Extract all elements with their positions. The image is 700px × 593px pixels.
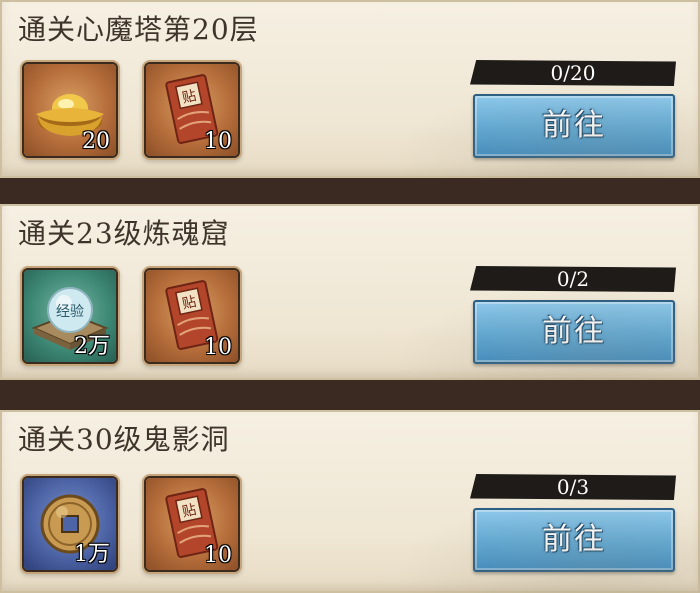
task-card: 通关心魔塔第20层 20 贴 10 0/20 前往 [0, 0, 700, 178]
task-list: 通关心魔塔第20层 20 贴 10 0/20 前往 通关23级炼魂窟 经验 2万… [0, 0, 700, 593]
orb-label: 经验 [56, 304, 84, 320]
reward-slot[interactable]: 贴 10 [146, 478, 238, 570]
reward-count: 10 [204, 129, 232, 154]
progress-bar: 0/2 [470, 266, 676, 292]
reward-slot[interactable]: 经验 2万 [24, 270, 116, 362]
task-card: 通关30级鬼影洞 1万 贴 10 0/3 前往 [0, 410, 700, 593]
progress-bar: 0/3 [470, 474, 676, 500]
reward-slot[interactable]: 1万 [24, 478, 116, 570]
reward-count: 2万 [74, 334, 110, 359]
reward-count: 1万 [74, 542, 110, 567]
task-title: 通关23级炼魂窟 [18, 217, 230, 250]
progress-bar: 0/20 [470, 60, 676, 86]
go-button[interactable]: 前往 [473, 94, 675, 158]
reward-count: 20 [82, 129, 110, 154]
go-button[interactable]: 前往 [473, 300, 675, 364]
reward-count: 10 [204, 543, 232, 568]
reward-slot[interactable]: 20 [24, 64, 116, 156]
reward-slot[interactable]: 贴 10 [146, 64, 238, 156]
task-title: 通关心魔塔第20层 [18, 13, 259, 46]
task-card: 通关23级炼魂窟 经验 2万 贴 10 0/2 前往 [0, 204, 700, 380]
task-title: 通关30级鬼影洞 [18, 423, 230, 456]
reward-slot[interactable]: 贴 10 [146, 270, 238, 362]
go-button[interactable]: 前往 [473, 508, 675, 572]
reward-count: 10 [204, 335, 232, 360]
